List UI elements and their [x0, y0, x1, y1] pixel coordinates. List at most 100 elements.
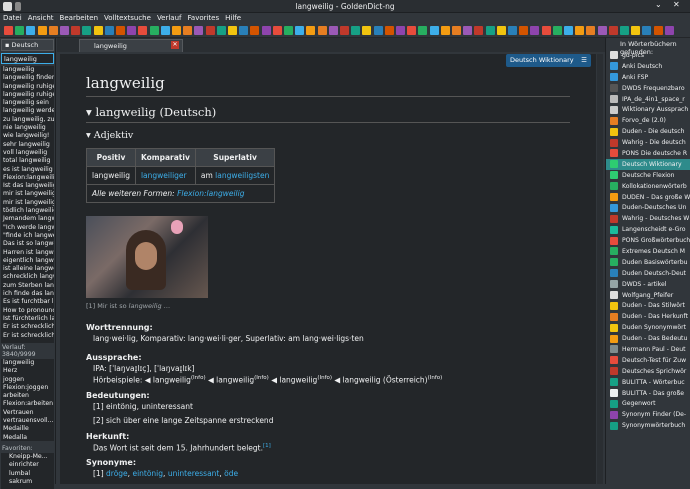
toolbar-dict-icon[interactable]: [48, 26, 58, 35]
result-item[interactable]: total langweilig: [3, 157, 54, 165]
toolbar-dict-icon[interactable]: [664, 26, 674, 35]
history-item[interactable]: Flexion:joggen: [3, 384, 54, 392]
dictionary-item[interactable]: Wahrig - Deutsches W: [606, 213, 690, 224]
dictionary-item[interactable]: Forvo_de (2.0): [606, 115, 690, 126]
result-item[interactable]: voll langweilig: [3, 149, 54, 157]
dictionary-item[interactable]: DWDS - artikel: [606, 279, 690, 290]
toolbar-dict-icon[interactable]: [474, 26, 484, 35]
tab-langweilig[interactable]: langweilig ✕: [79, 39, 183, 52]
dictionary-item[interactable]: Anki FSP: [606, 72, 690, 83]
favorite-item[interactable]: sakrum: [9, 478, 54, 486]
badge-menu-icon[interactable]: ☰: [581, 56, 587, 64]
history-item[interactable]: Flexion:arbeiten: [3, 400, 54, 408]
result-item[interactable]: Harren ist langwe: [3, 249, 54, 257]
toolbar-dict-icon[interactable]: [205, 26, 215, 35]
toolbar-dict-icon[interactable]: [104, 26, 114, 35]
speaker-icon[interactable]: ◀: [334, 376, 342, 385]
toolbar-dict-icon[interactable]: [317, 26, 327, 35]
history-item[interactable]: vertrauensvoll...: [3, 417, 54, 425]
result-item[interactable]: Ist fürchterlich la: [3, 315, 54, 323]
result-item[interactable]: Das ist so langwe: [3, 240, 54, 248]
result-item[interactable]: "Ich werde langw: [3, 224, 54, 232]
flexion-link[interactable]: Flexion:langweilig: [177, 189, 244, 198]
toolbar-dict-icon[interactable]: [597, 26, 607, 35]
herkunft-ref[interactable]: [1]: [263, 443, 271, 449]
result-item[interactable]: ich finde das lang: [3, 290, 54, 298]
toolbar-dict-icon[interactable]: [295, 26, 305, 35]
result-item[interactable]: langweilig werde: [3, 107, 54, 115]
toolbar-dict-icon[interactable]: [642, 26, 652, 35]
toolbar-dict-icon[interactable]: [340, 26, 349, 35]
toolbar-dict-icon[interactable]: [653, 26, 663, 35]
section-heading[interactable]: ▾ langweilig (Deutsch): [86, 105, 570, 123]
result-item[interactable]: Er ist schrecklich: [3, 332, 54, 340]
komparativ-link[interactable]: langweiliger: [141, 171, 187, 180]
dictionary-item[interactable]: DUDEN – Das große W: [606, 192, 690, 203]
toolbar-dict-icon[interactable]: [71, 26, 81, 35]
history-item[interactable]: joggen: [3, 376, 54, 384]
toolbar-dict-icon[interactable]: [485, 26, 495, 35]
favorite-item[interactable]: einrichter: [9, 461, 54, 469]
menu-ansicht[interactable]: Ansicht: [25, 13, 57, 23]
toolbar-dict-icon[interactable]: [149, 26, 159, 35]
result-item[interactable]: mir ist langweilig: [3, 199, 54, 207]
speaker-icon[interactable]: ◀: [208, 376, 216, 385]
dictionary-item[interactable]: BULITTA - Wörterbuc: [606, 377, 690, 388]
toolbar-dict-icon[interactable]: [519, 26, 529, 35]
result-item[interactable]: Es ist furchtbar la: [3, 298, 54, 306]
dictionary-item[interactable]: Langenscheidt e-Gro: [606, 224, 690, 235]
dictionary-item[interactable]: Duden-Deutsches Un: [606, 202, 690, 213]
dictionary-item[interactable]: Duden - Das Herkunft: [606, 311, 690, 322]
info-link[interactable]: (Info): [191, 375, 206, 381]
result-item[interactable]: Ist das langweilig: [3, 182, 54, 190]
result-item[interactable]: wie langweilig!: [3, 132, 54, 140]
result-item[interactable]: langweilig ruhige: [3, 91, 54, 99]
toolbar-dict-icon[interactable]: [160, 26, 170, 35]
result-item[interactable]: schrecklich langw: [3, 273, 54, 281]
toolbar-dict-icon[interactable]: [93, 26, 103, 35]
dictionary-item[interactable]: Duden - Das Bedeutu: [606, 333, 690, 344]
cell-komparativ[interactable]: langweiliger: [134, 166, 196, 185]
toolbar-dict-icon[interactable]: [452, 26, 461, 35]
tab-close-icon[interactable]: ✕: [171, 41, 179, 49]
toolbar-dict-icon[interactable]: [418, 26, 428, 35]
toolbar-dict-icon[interactable]: [508, 26, 517, 35]
toolbar-dict-icon[interactable]: [216, 26, 226, 35]
history-item[interactable]: Medalla: [3, 434, 54, 441]
toolbar-dict-icon[interactable]: [552, 26, 562, 35]
toolbar-dict-icon[interactable]: [60, 26, 69, 35]
toolbar-dict-icon[interactable]: [429, 26, 439, 35]
menu-datei[interactable]: Datei: [0, 13, 25, 23]
result-item[interactable]: How to pronounc: [3, 307, 54, 315]
toolbar-dict-icon[interactable]: [586, 26, 596, 35]
toolbar-dict-icon[interactable]: [407, 26, 417, 35]
dictionary-item[interactable]: Deutsches Sprichwör: [606, 366, 690, 377]
result-item[interactable]: Jemandem langw: [3, 215, 54, 223]
synonym-link[interactable]: eintönig: [132, 469, 163, 478]
dictionary-item[interactable]: Kollokationenwörterb: [606, 181, 690, 192]
dictionary-item[interactable]: IPA_de_4in1_space_r: [606, 94, 690, 105]
dictionary-item[interactable]: PONS Die deutsche R: [606, 148, 690, 159]
toolbar-dict-icon[interactable]: [396, 26, 405, 35]
result-item[interactable]: zum Sterben lang: [3, 282, 54, 290]
dictionary-item[interactable]: Wiktionary Aussprach: [606, 104, 690, 115]
speaker-icon[interactable]: ◀: [145, 376, 153, 385]
dictionary-item[interactable]: Deutsch Wiktionary: [606, 158, 690, 170]
toolbar-dict-icon[interactable]: [575, 26, 585, 35]
toolbar-dict-icon[interactable]: [541, 26, 551, 35]
toolbar-dict-icon[interactable]: [284, 26, 293, 35]
dictionary-item[interactable]: Synonym Finder (De-: [606, 409, 690, 420]
dictionary-list[interactable]: gd-pics Anki Deutsch Anki FSP DWDS Frequenz…: [606, 50, 690, 431]
synonym-link[interactable]: dröge: [106, 469, 128, 478]
toolbar-dict-icon[interactable]: [306, 26, 316, 35]
toolbar-dict-icon[interactable]: [608, 26, 618, 35]
pos-heading[interactable]: ▾ Adjektiv: [86, 130, 570, 141]
synonym-link[interactable]: öde: [224, 469, 238, 478]
menu-favorites[interactable]: Favorites: [185, 13, 223, 23]
toolbar-dict-icon[interactable]: [620, 26, 629, 35]
menu-hilfe[interactable]: Hilfe: [222, 13, 244, 23]
result-item[interactable]: langweilig sein: [3, 99, 54, 107]
toolbar-dict-icon[interactable]: [362, 26, 372, 35]
toolbar-dict-icon[interactable]: [127, 26, 137, 35]
dictionary-item[interactable]: BULITTA - Das große: [606, 388, 690, 399]
